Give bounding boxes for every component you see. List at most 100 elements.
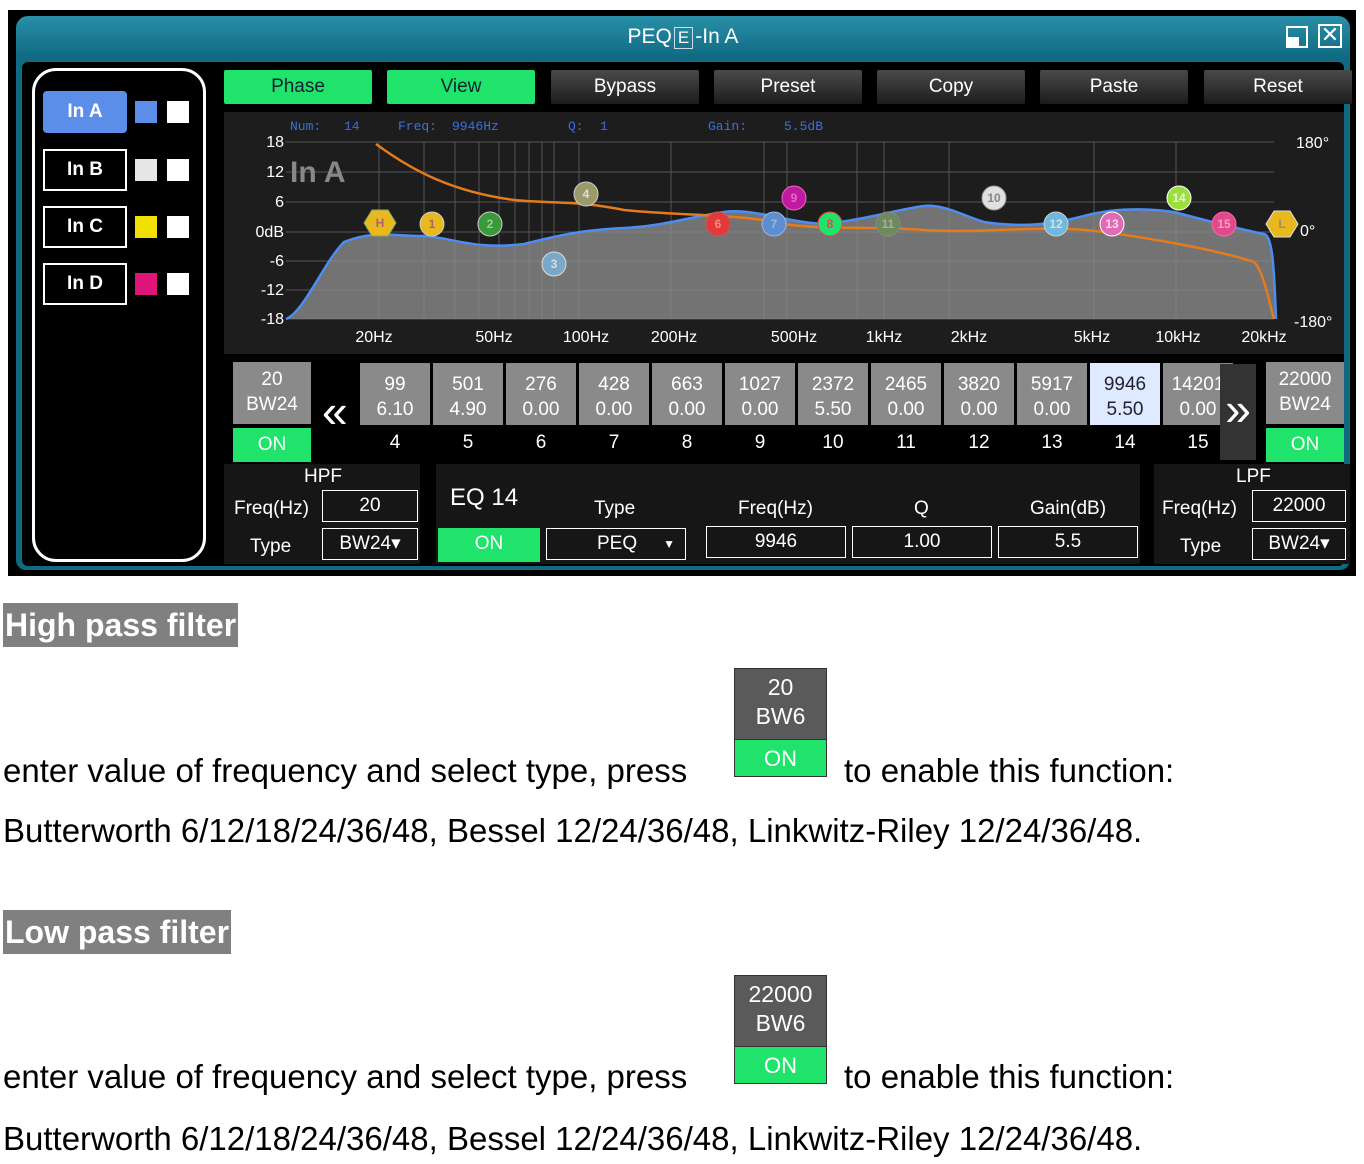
x-tick: 100Hz bbox=[563, 329, 609, 346]
eq-type-value: PEQ bbox=[597, 533, 638, 554]
eq-on-button[interactable]: ON bbox=[438, 528, 540, 562]
marker-2[interactable]: 2 bbox=[477, 211, 503, 237]
hpf-cell-values[interactable]: 20 BW24 bbox=[233, 362, 311, 424]
lpf-cell-values[interactable]: 22000 BW24 bbox=[1266, 362, 1344, 424]
copy-button[interactable]: Copy bbox=[877, 70, 1025, 104]
eq-type-select[interactable]: PEQ ▼ bbox=[546, 528, 686, 560]
eq-curve-plot[interactable]: H 1 2 3 4 6 7 8 9 10 11 12 13 14 15 L Nu… bbox=[224, 112, 1344, 354]
phase-button[interactable]: Phase bbox=[224, 70, 372, 104]
eq-section: EQ 14 ON Type PEQ ▼ Freq(Hz) 9946 Q 1.00 … bbox=[436, 464, 1140, 564]
band-cell[interactable]: 2465 0.00 11 bbox=[871, 363, 941, 454]
title-bar[interactable]: PEQ E -In A ✕ bbox=[16, 16, 1350, 58]
paste-button[interactable]: Paste bbox=[1040, 70, 1188, 104]
lpf-cell-type: BW24 bbox=[1279, 394, 1331, 415]
restore-icon[interactable] bbox=[1286, 26, 1308, 48]
marker-10[interactable]: 10 bbox=[981, 185, 1007, 211]
lp-heading: Low pass filter bbox=[3, 910, 232, 954]
band-cell[interactable]: 3820 0.00 12 bbox=[944, 363, 1014, 454]
hpf-cell[interactable]: 20 BW24 ON bbox=[233, 362, 311, 462]
lp-text-after: to enable this function: bbox=[844, 1058, 1175, 1095]
marker-8[interactable]: 8 bbox=[817, 211, 843, 237]
marker-9[interactable]: 9 bbox=[781, 185, 807, 211]
marker-14[interactable]: 14 bbox=[1166, 185, 1192, 211]
band-cell[interactable]: 5917 0.00 13 bbox=[1017, 363, 1087, 454]
lpf-type-label: Type bbox=[1180, 536, 1222, 557]
lpf-cell[interactable]: 22000 BW24 ON bbox=[1266, 362, 1344, 462]
y-tick: 18 bbox=[266, 134, 284, 151]
marker-l[interactable]: L bbox=[1265, 210, 1299, 238]
hpf-type-label: Type bbox=[250, 536, 292, 557]
band-freq: 501 bbox=[452, 374, 484, 395]
marker-7-label: 7 bbox=[771, 217, 778, 231]
bypass-button[interactable]: Bypass bbox=[551, 70, 699, 104]
input-d-color-swatch[interactable] bbox=[135, 273, 157, 295]
marker-12-label: 12 bbox=[1049, 217, 1063, 231]
readout-num: 14 bbox=[344, 119, 360, 134]
eq-freq-input[interactable]: 9946 bbox=[706, 526, 846, 558]
band-freq: 9946 bbox=[1103, 374, 1147, 395]
y-tick: 12 bbox=[266, 164, 284, 181]
lpf-type-select[interactable]: BW24▾ bbox=[1252, 528, 1346, 560]
band-cell[interactable]: 99 6.10 4 bbox=[360, 363, 430, 454]
eq-graph[interactable]: H 1 2 3 4 6 7 8 9 10 11 12 13 14 15 L Nu… bbox=[224, 112, 1344, 354]
input-b-color-swatch[interactable] bbox=[135, 159, 157, 181]
scroll-right-icon[interactable]: » bbox=[1220, 364, 1256, 460]
band-cell[interactable]: 663 0.00 8 bbox=[652, 363, 722, 454]
hp-example-freq: 20 bbox=[767, 674, 794, 700]
marker-11[interactable]: 11 bbox=[875, 211, 901, 237]
hpf-freq-input[interactable]: 20 bbox=[322, 490, 418, 522]
lp-example-freq: 22000 bbox=[748, 981, 813, 1007]
marker-3[interactable]: 3 bbox=[541, 251, 567, 277]
band-gain: 5.50 bbox=[1106, 399, 1144, 420]
marker-1[interactable]: 1 bbox=[419, 211, 445, 237]
eq-q-input[interactable]: 1.00 bbox=[852, 526, 992, 558]
view-button[interactable]: View bbox=[387, 70, 535, 104]
marker-13[interactable]: 13 bbox=[1099, 211, 1125, 237]
input-d-button[interactable]: In D bbox=[43, 263, 127, 305]
input-c-button[interactable]: In C bbox=[43, 206, 127, 248]
hpf-on-button[interactable]: ON bbox=[233, 428, 311, 462]
marker-15[interactable]: 15 bbox=[1211, 211, 1237, 237]
band-index: 12 bbox=[968, 432, 990, 453]
lpf-on-button[interactable]: ON bbox=[1266, 428, 1344, 462]
lpf-cell-freq: 22000 bbox=[1278, 369, 1332, 390]
scroll-left-icon[interactable]: « bbox=[322, 384, 348, 438]
input-b-button[interactable]: In B bbox=[43, 149, 127, 191]
input-a-visible-toggle[interactable] bbox=[167, 101, 189, 123]
input-a-color-swatch[interactable] bbox=[135, 101, 157, 123]
band-cell[interactable]: 501 4.90 5 bbox=[433, 363, 503, 454]
band-cell[interactable]: 276 0.00 6 bbox=[506, 363, 576, 454]
edit-icon[interactable]: E bbox=[673, 27, 694, 49]
band-index: 13 bbox=[1041, 432, 1063, 453]
band-cell[interactable]: 1027 0.00 9 bbox=[725, 363, 795, 454]
band-cell-selected[interactable]: 9946 5.50 14 bbox=[1090, 363, 1160, 454]
eq-gain-input[interactable]: 5.5 bbox=[998, 526, 1138, 558]
marker-6[interactable]: 6 bbox=[705, 211, 731, 237]
y-tick: -12 bbox=[261, 282, 284, 299]
close-icon[interactable]: ✕ bbox=[1318, 24, 1342, 48]
input-c-color-swatch[interactable] bbox=[135, 216, 157, 238]
y-tick: -18 bbox=[261, 311, 284, 328]
band-gain: 0.00 bbox=[887, 399, 925, 420]
hpf-type-select[interactable]: BW24▾ bbox=[322, 528, 418, 560]
reset-button[interactable]: Reset bbox=[1204, 70, 1352, 104]
input-a-button[interactable]: In A bbox=[43, 91, 127, 133]
input-b-visible-toggle[interactable] bbox=[167, 159, 189, 181]
marker-12[interactable]: 12 bbox=[1043, 211, 1069, 237]
band-cell[interactable]: 2372 5.50 10 bbox=[798, 363, 868, 454]
marker-8-label: 8 bbox=[827, 217, 834, 231]
lp-example-on: ON bbox=[734, 1046, 827, 1084]
band-cell[interactable]: 428 0.00 7 bbox=[579, 363, 649, 454]
band-freq: 276 bbox=[525, 374, 557, 395]
input-c-visible-toggle[interactable] bbox=[167, 216, 189, 238]
marker-4[interactable]: 4 bbox=[573, 181, 599, 207]
lpf-freq-input[interactable]: 22000 bbox=[1252, 490, 1346, 522]
input-d-visible-toggle[interactable] bbox=[167, 273, 189, 295]
readout-num-label: Num: bbox=[290, 119, 321, 134]
lpf-title: LPF bbox=[1236, 466, 1271, 487]
hpf-freq-label: Freq(Hz) bbox=[234, 498, 309, 519]
band-gain: 6.10 bbox=[376, 399, 414, 420]
marker-7[interactable]: 7 bbox=[761, 211, 787, 237]
hp-heading: High pass filter bbox=[3, 603, 239, 647]
preset-button[interactable]: Preset bbox=[714, 70, 862, 104]
